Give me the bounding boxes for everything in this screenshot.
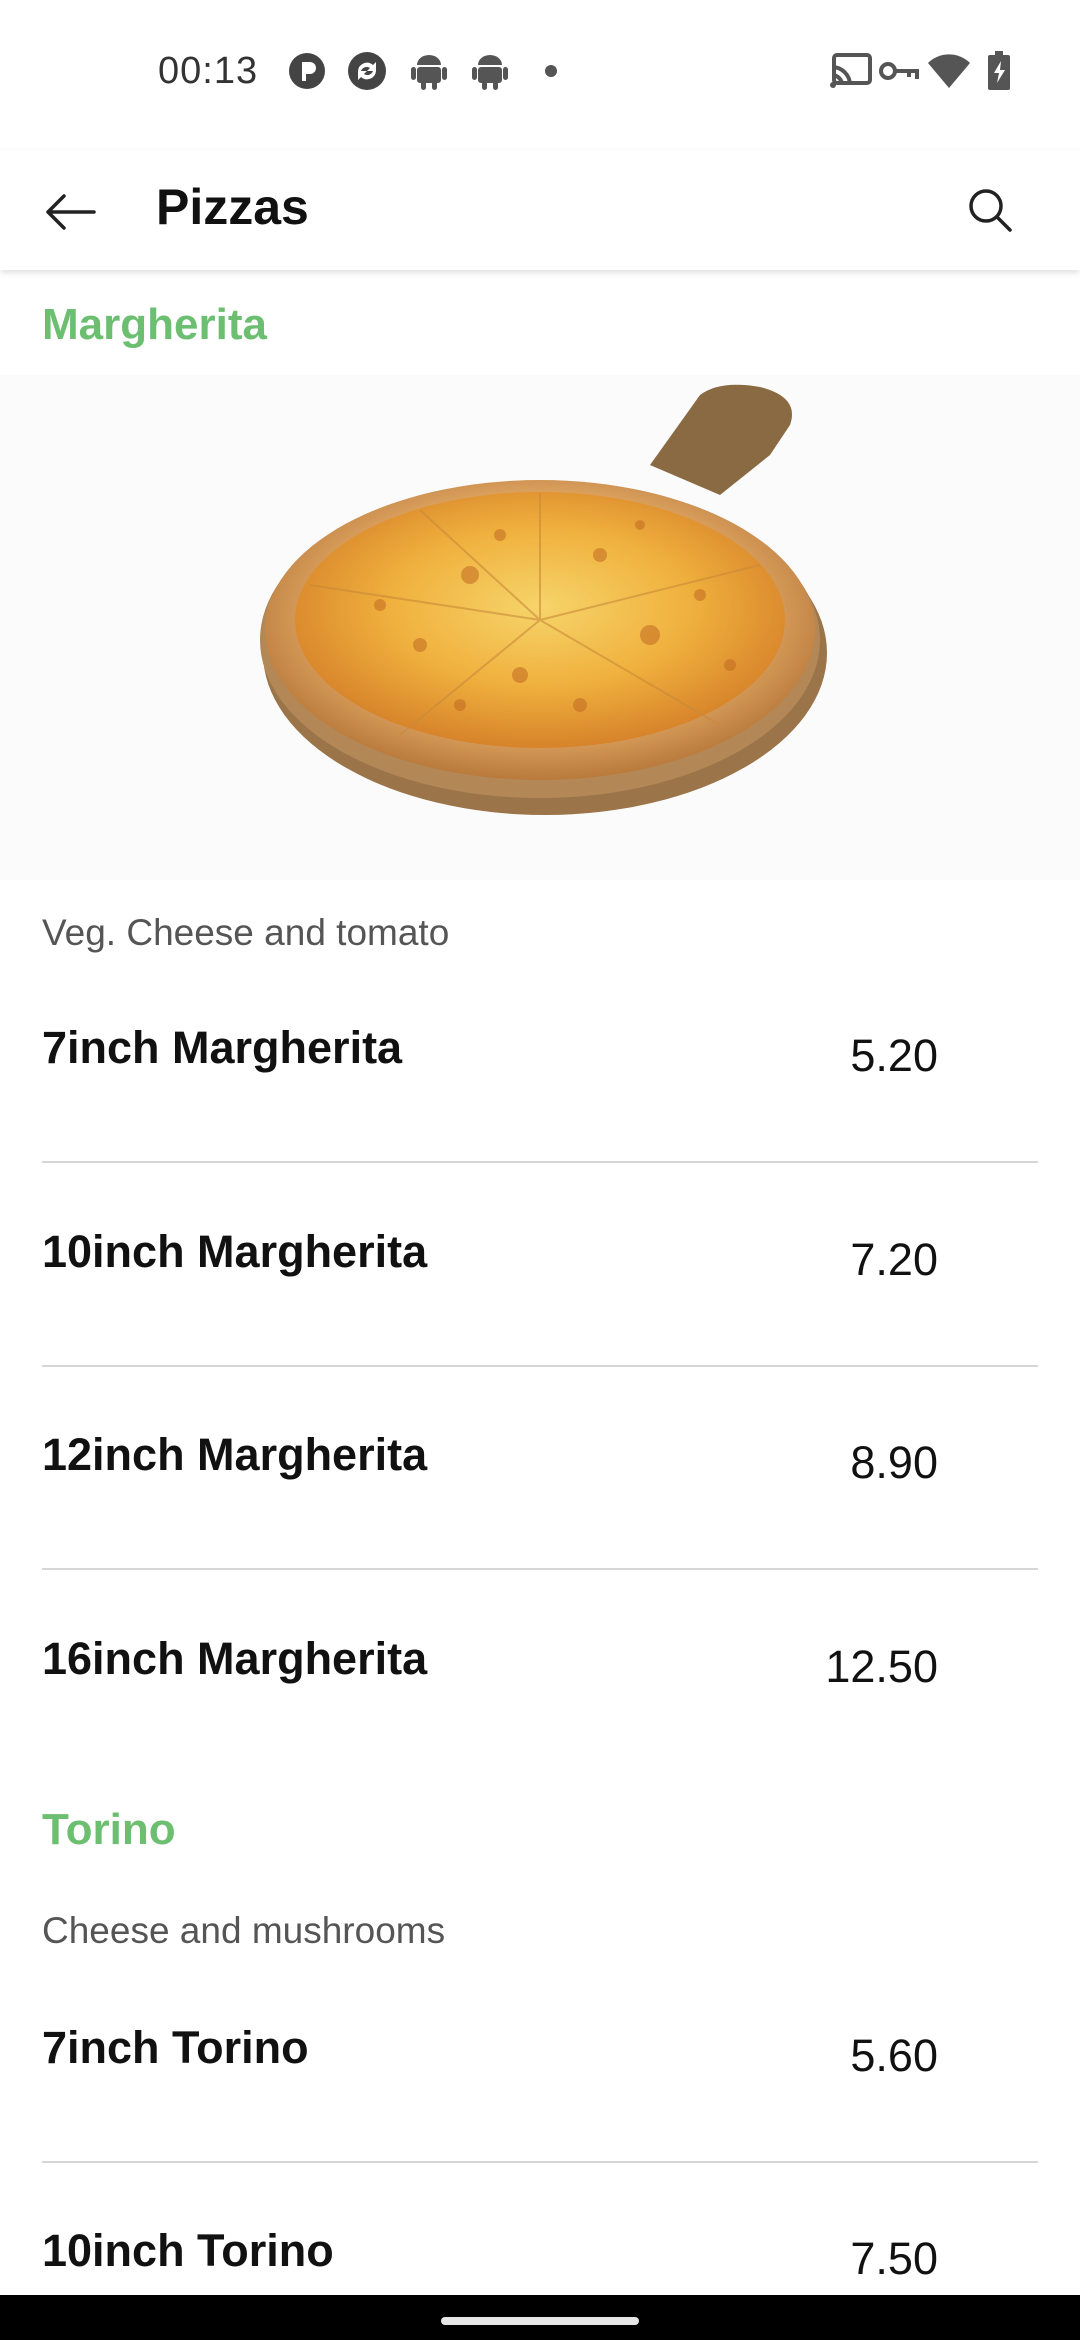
arrow-back-icon	[46, 194, 96, 230]
menu-item-price: 7.20	[850, 1234, 938, 1285]
android-icon	[408, 50, 450, 92]
menu-item-price: 5.60	[850, 2030, 938, 2081]
status-time: 00:13	[158, 50, 259, 92]
section-description-margherita: Veg. Cheese and tomato	[42, 912, 450, 953]
navigation-bar	[0, 2295, 1080, 2340]
android-icon	[469, 50, 511, 92]
pizza-image-margherita	[0, 375, 1080, 880]
menu-item[interactable]: 16inch Margherita 12.50	[42, 1593, 1038, 1798]
divider	[42, 1568, 1038, 1570]
section-title-margherita: Margherita	[42, 300, 267, 349]
menu-item[interactable]: 10inch Margherita 7.20	[42, 1186, 1038, 1391]
menu-item-name: 7inch Margherita	[42, 1022, 403, 1073]
menu-list[interactable]: Margherita Veg. Cheese and tomato 7inch …	[0, 270, 1080, 2295]
menu-item[interactable]: 7inch Torino 5.60	[42, 1982, 1038, 2187]
menu-item-name: 10inch Margherita	[42, 1226, 428, 1277]
cast-icon	[830, 50, 872, 92]
menu-item-price: 7.50	[850, 2233, 938, 2284]
divider	[42, 1365, 1038, 1367]
divider	[42, 2161, 1038, 2163]
status-bar: 00:13	[0, 0, 1080, 150]
page-title: Pizzas	[156, 179, 309, 235]
section-description-torino: Cheese and mushrooms	[42, 1910, 446, 1951]
vpn-key-icon	[878, 50, 920, 92]
menu-item[interactable]: 10inch Torino 7.50	[42, 2185, 1038, 2295]
app-bar: Pizzas	[0, 150, 1080, 270]
back-button[interactable]	[38, 180, 102, 244]
section-title-torino: Torino	[42, 1805, 176, 1854]
battery-charging-icon	[978, 50, 1020, 92]
menu-item-price: 8.90	[850, 1437, 938, 1488]
menu-item[interactable]: 12inch Margherita 8.90	[42, 1389, 1038, 1594]
menu-item-price: 12.50	[825, 1641, 938, 1692]
menu-item-name: 16inch Margherita	[42, 1633, 428, 1684]
home-gesture-handle[interactable]	[441, 2317, 639, 2325]
menu-item-name: 10inch Torino	[42, 2225, 334, 2276]
search-button[interactable]	[958, 178, 1022, 242]
dot-icon	[530, 50, 572, 92]
divider	[42, 1161, 1038, 1163]
app-notification-icon	[286, 50, 328, 92]
search-icon	[969, 189, 1012, 232]
menu-item-price: 5.20	[850, 1030, 938, 1081]
menu-item-name: 12inch Margherita	[42, 1429, 428, 1480]
menu-item[interactable]: 7inch Margherita 5.20	[42, 982, 1038, 1187]
wifi-icon	[928, 50, 970, 92]
sync-icon	[346, 50, 388, 92]
menu-item-name: 7inch Torino	[42, 2022, 309, 2073]
